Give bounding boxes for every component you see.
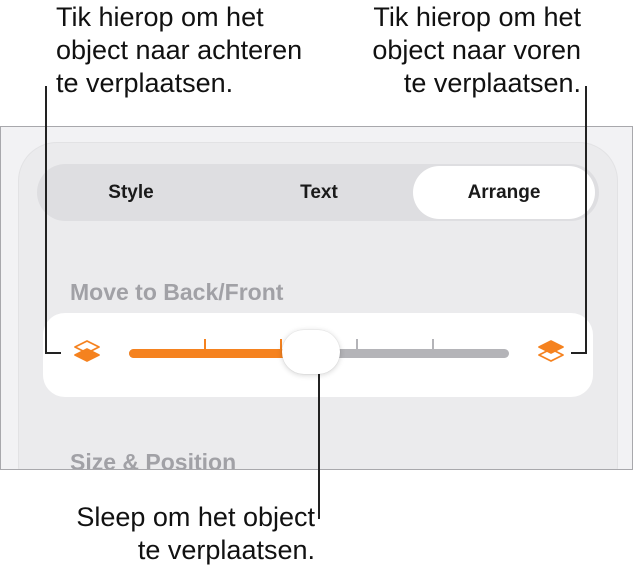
leader-line-right-tick xyxy=(571,352,587,354)
slider-tick xyxy=(432,339,434,349)
callout-move-front: Tik hierop om het object naar voren te v… xyxy=(372,2,581,98)
tab-text[interactable]: Text xyxy=(225,164,413,221)
section-title-move: Move to Back/Front xyxy=(70,279,284,305)
leader-line-right xyxy=(585,86,587,353)
slider-tick xyxy=(356,339,358,349)
callout-move-back: Tik hierop om het object naar achteren t… xyxy=(56,2,303,98)
section-title-size: Size & Position xyxy=(70,449,237,470)
format-panel-frame: Style Text Arrange Move to Back/Front Si… xyxy=(0,126,633,470)
callout-drag: Sleep om het object te verplaatsen. xyxy=(76,502,315,565)
leader-line-bottom xyxy=(318,374,320,519)
slider-thumb[interactable] xyxy=(282,330,340,374)
tab-arrange[interactable]: Arrange xyxy=(413,166,595,219)
send-to-back-icon[interactable] xyxy=(72,337,102,367)
format-tabs: Style Text Arrange xyxy=(37,164,599,221)
bring-to-front-icon[interactable] xyxy=(536,337,566,367)
leader-line-left-tick xyxy=(45,352,61,354)
tab-style[interactable]: Style xyxy=(37,164,225,221)
leader-line-left xyxy=(45,86,47,353)
slider-tick xyxy=(204,339,206,349)
